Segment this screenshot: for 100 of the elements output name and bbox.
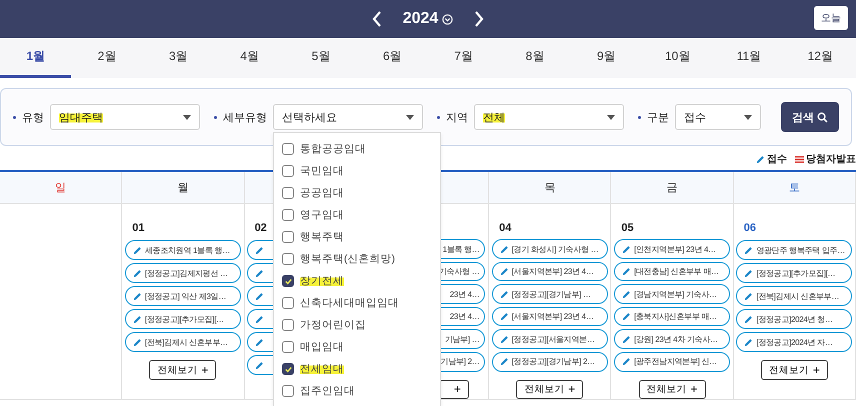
filter-label: 세부유형 [223, 110, 267, 124]
pencil-icon [622, 357, 632, 366]
event-pill[interactable]: [정정공고] 익산 제3일… [124, 286, 241, 306]
option-label[interactable]: 국민임대 [300, 164, 344, 178]
option-label[interactable]: 장기전세 [300, 274, 344, 288]
pencil-icon [255, 314, 264, 324]
event-pill[interactable]: 영광단주 행복주택 입주… [736, 240, 852, 260]
option-label[interactable]: 행복주택 [300, 230, 344, 244]
today-button[interactable]: 오늘 [814, 6, 848, 30]
checkbox[interactable] [282, 231, 294, 243]
pencil-icon [255, 292, 264, 300]
event-pill[interactable]: [정정공고][추가모집][… [736, 263, 852, 283]
option-label[interactable]: 신축다세대매입임대 [300, 296, 399, 310]
pencil-icon [744, 292, 754, 300]
next-icon[interactable] [473, 10, 486, 28]
pencil-icon [744, 246, 754, 254]
event-pill[interactable]: [정정공고]김제지평선 … [124, 263, 241, 283]
event-pill[interactable]: [서울지역본부] 23년 4… [492, 262, 608, 282]
event-pill[interactable]: [경기 화성시] 기숙사형 … [492, 239, 608, 259]
event-pill[interactable]: [충북지사]신혼부부 매… [614, 306, 730, 326]
view-all-button[interactable]: + [438, 380, 469, 400]
pencil-icon [132, 246, 142, 254]
pencil-icon [132, 314, 142, 324]
bullet-icon [437, 116, 440, 118]
checkbox[interactable] [282, 363, 294, 375]
month-tab[interactable]: 12월 [784, 38, 856, 78]
weekday-header: 목 [489, 172, 612, 204]
event-pill[interactable]: [서울지역본부] 23년 4… [492, 306, 608, 326]
month-tab[interactable]: 7월 [428, 38, 500, 78]
date-number: 05 [621, 222, 634, 234]
year-title: 2024 [402, 10, 438, 28]
view-all-button[interactable]: 전체보기 + [760, 360, 828, 380]
search-button[interactable]: 검색 [781, 102, 839, 132]
checkbox[interactable] [282, 319, 294, 331]
option-label[interactable]: 가정어린이집 [300, 318, 366, 332]
view-all-button[interactable]: 전체보기 + [149, 360, 216, 380]
checkbox[interactable] [282, 187, 294, 199]
event-pill[interactable]: [정정공고]2024년 자… [736, 332, 852, 352]
event-pill[interactable]: [전북]김제시 신혼부부… [736, 286, 852, 306]
month-tab[interactable]: 4월 [214, 38, 286, 78]
event-pill[interactable]: 세종조치원역 1블록 행… [124, 240, 241, 260]
month-tab[interactable]: 9월 [570, 38, 642, 78]
pencil-icon [132, 268, 142, 278]
caret-icon [183, 114, 191, 120]
select-field[interactable]: 접수 [675, 104, 761, 130]
weekday-header: 금 [611, 172, 734, 204]
month-tab[interactable]: 10월 [642, 38, 714, 78]
previous-icon[interactable] [370, 10, 383, 28]
month-tab[interactable]: 8월 [499, 38, 571, 78]
option-label[interactable]: 집주인임대 [300, 384, 355, 398]
month-tab[interactable]: 6월 [356, 38, 428, 78]
event-pill[interactable]: [대전충남] 신혼부부 매… [614, 262, 730, 282]
event-pill[interactable]: [정정공고][서울지역본… [492, 329, 608, 349]
pencil-icon [622, 334, 632, 344]
pencil-icon [622, 267, 632, 276]
filter-label: 유형 [22, 110, 44, 124]
option-label[interactable]: 행복주택(신혼희망) [300, 252, 395, 266]
view-all-button[interactable]: 전체보기 + [516, 380, 584, 400]
event-pill[interactable]: [정정공고][경기남부] 2… [492, 352, 608, 372]
pencil-icon [255, 246, 264, 254]
date-number: 02 [254, 222, 267, 234]
event-pill[interactable]: [광주전남지역본부] 신… [614, 352, 730, 372]
select-value: 임대주택 [59, 110, 103, 124]
option-label[interactable]: 영구임대 [300, 208, 344, 222]
pencil-icon [255, 338, 264, 346]
month-tab[interactable]: 3월 [142, 38, 214, 78]
checkbox[interactable] [282, 341, 294, 353]
checkbox[interactable] [282, 253, 294, 265]
option-label[interactable]: 통합공공임대 [300, 142, 366, 156]
checkbox[interactable] [282, 275, 294, 287]
checkbox[interactable] [282, 297, 294, 309]
legend-label: 당첨자발표 [806, 153, 856, 166]
checkbox[interactable] [282, 143, 294, 155]
chevron-circle-icon[interactable] [442, 14, 454, 24]
search-icon [817, 112, 828, 122]
event-pill[interactable]: [정정공고]2024년 청… [736, 309, 852, 329]
event-pill[interactable]: [정정공고][추가모집][… [124, 309, 241, 329]
checkbox[interactable] [282, 165, 294, 177]
pencil-icon [500, 267, 509, 276]
bullet-icon [638, 116, 641, 118]
checkbox[interactable] [282, 385, 294, 397]
month-tab[interactable]: 11월 [713, 38, 785, 78]
pencil-icon [132, 292, 142, 300]
pencil-icon [622, 312, 632, 322]
month-tab[interactable]: 5월 [285, 38, 357, 78]
option-label[interactable]: 전세임대 [300, 362, 344, 376]
option-label[interactable]: 공공임대 [300, 186, 344, 200]
view-all-button[interactable]: 전체보기 + [638, 380, 706, 400]
event-pill[interactable]: [인천지역본부] 23년 4… [614, 239, 730, 259]
select-field[interactable]: 전체 [474, 104, 624, 130]
event-pill[interactable]: [전북]김제시 신혼부부… [124, 332, 241, 352]
month-tab[interactable]: 1월 [0, 38, 72, 78]
checkbox[interactable] [282, 209, 294, 221]
select-field[interactable]: 임대주택 [50, 104, 200, 130]
caret-icon [406, 114, 414, 120]
option-label[interactable]: 매입임대 [300, 340, 344, 354]
month-tab[interactable]: 2월 [71, 38, 143, 78]
event-pill[interactable]: [경남지역본부] 기숙사… [614, 284, 730, 304]
event-pill[interactable]: [정정공고][경기남부] … [492, 284, 608, 304]
event-pill[interactable]: [강원] 23년 4차 기숙사… [614, 329, 730, 349]
